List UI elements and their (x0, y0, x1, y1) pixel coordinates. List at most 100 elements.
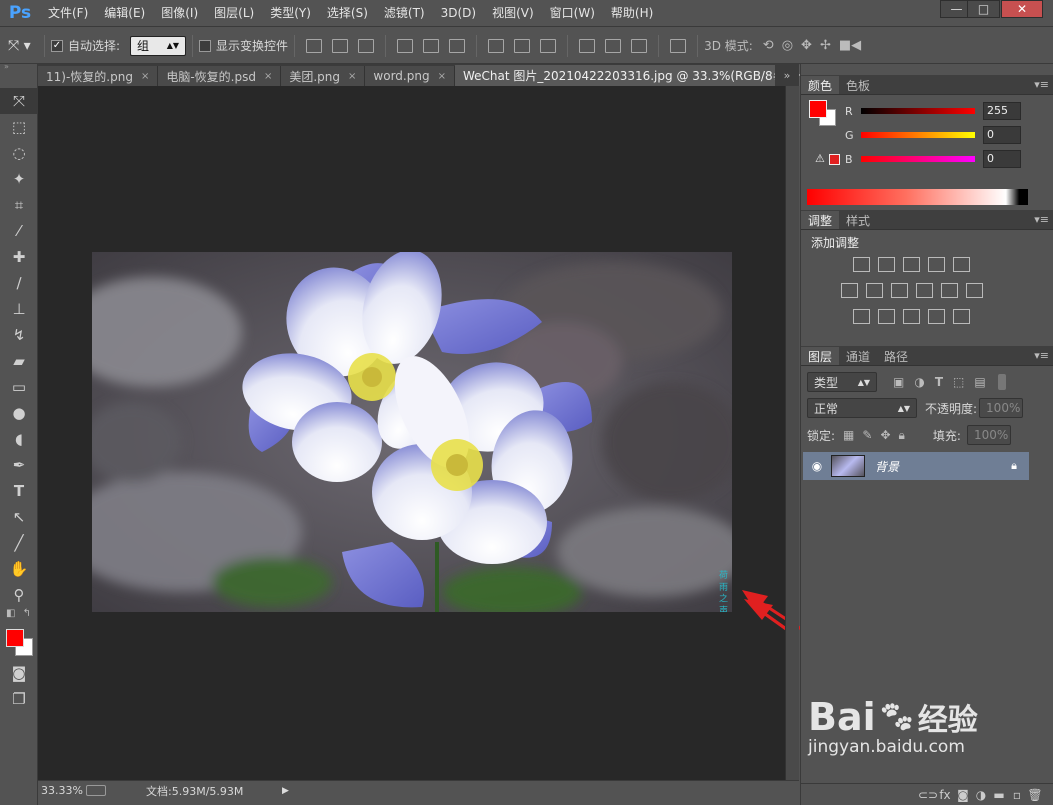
selective-color-icon[interactable] (928, 309, 945, 324)
show-transform-checkbox[interactable] (199, 39, 212, 52)
align-bottom-icon[interactable] (358, 38, 375, 53)
panel-menu-icon[interactable]: ▾≡ (1034, 78, 1049, 91)
eraser-tool-icon[interactable]: ▰ (0, 348, 38, 374)
swap-colors-icon[interactable]: ↰ (23, 608, 31, 626)
rotate-3d-icon[interactable]: ⟲ (763, 38, 774, 53)
lock-pixels-icon[interactable]: ✎ (862, 428, 872, 442)
distribute-bottom-icon[interactable] (540, 38, 557, 53)
marquee-tool-icon[interactable]: ⬚ (0, 114, 38, 140)
vibrance-icon[interactable] (953, 257, 970, 272)
layer-kind-filter[interactable]: 类型 ▲▼ (807, 372, 877, 392)
screen-mode-icon[interactable]: ❐ (0, 686, 38, 712)
r-value-field[interactable]: 255 (983, 102, 1021, 120)
new-layer-icon[interactable]: ▫ (1008, 788, 1026, 802)
close-tab-icon[interactable]: × (348, 71, 356, 82)
posterize-icon[interactable] (878, 309, 895, 324)
align-top-icon[interactable] (306, 38, 323, 53)
lock-transparent-icon[interactable]: ▦ (843, 428, 854, 442)
filter-type-icon[interactable]: T (935, 375, 943, 389)
auto-select-dropdown[interactable]: 组 ▲▼ (130, 35, 187, 56)
eyedropper-tool-icon[interactable]: ⁄ (0, 218, 38, 244)
tab-document[interactable]: 电脑-恢复的.psd × (158, 66, 282, 86)
align-left-icon[interactable] (397, 38, 414, 53)
r-slider-track[interactable] (861, 108, 975, 114)
layer-row[interactable]: ◉ 背景 🔒︎ (803, 452, 1029, 480)
link-layers-icon[interactable]: ⊂⊃ (918, 788, 938, 802)
color-lookup-icon[interactable] (966, 283, 983, 298)
menu-item[interactable]: 选择(S) (319, 0, 376, 27)
move-tool-icon[interactable]: ⤧ ▾ (8, 38, 38, 54)
menu-item[interactable]: 滤镜(T) (376, 0, 433, 27)
tab-document[interactable]: word.png × (365, 66, 455, 86)
filter-adjust-icon[interactable]: ◑ (914, 375, 924, 389)
menu-item[interactable]: 视图(V) (484, 0, 542, 27)
crop-tool-icon[interactable]: ⌗ (0, 192, 38, 218)
distribute-top-icon[interactable] (488, 38, 505, 53)
tab-document[interactable]: 11)-恢复的.png × (38, 66, 159, 86)
clone-stamp-tool-icon[interactable]: ⊥ (0, 296, 38, 322)
status-menu-arrow-icon[interactable]: ▶ (282, 786, 289, 796)
b-slider-track[interactable] (861, 156, 975, 162)
drag-3d-icon[interactable]: ✥ (801, 38, 812, 53)
panel-menu-icon[interactable]: ▾≡ (1034, 213, 1049, 226)
blur-tool-icon[interactable]: ● (0, 400, 38, 426)
levels-icon[interactable] (878, 257, 895, 272)
lasso-tool-icon[interactable]: ◌ (0, 140, 38, 166)
menu-item[interactable]: 帮助(H) (603, 0, 661, 27)
history-brush-tool-icon[interactable]: ↯ (0, 322, 38, 348)
distribute-left-icon[interactable] (579, 38, 596, 53)
status-icon[interactable] (86, 785, 106, 796)
line-tool-icon[interactable]: ╱ (0, 530, 38, 556)
panel-menu-icon[interactable]: ▾≡ (1034, 349, 1049, 362)
new-group-icon[interactable]: ▬ (990, 788, 1008, 802)
align-right-icon[interactable] (449, 38, 466, 53)
filter-smart-icon[interactable]: ▤ (974, 375, 985, 389)
filter-toggle[interactable] (997, 374, 1006, 390)
tab-document[interactable]: WeChat 图片_20210422203316.jpg @ 33.3%(RGB… (454, 65, 813, 86)
menu-item[interactable]: 窗口(W) (542, 0, 603, 27)
auto-select-checkbox[interactable]: ✓ (51, 39, 63, 52)
adjustment-layer-icon[interactable]: ◑ (972, 788, 990, 802)
zoom-level[interactable]: 33.33% (38, 784, 86, 797)
slider-b[interactable]: B 0 (845, 147, 1021, 171)
menu-item[interactable]: 3D(D) (433, 0, 484, 27)
pen-tool-icon[interactable]: ✒ (0, 452, 38, 478)
move-tool-icon[interactable]: ⤧ (0, 88, 38, 114)
panel-collapse-icon[interactable]: » (0, 63, 37, 71)
menu-item[interactable]: 类型(Y) (262, 0, 319, 27)
filter-shape-icon[interactable]: ⬚ (953, 375, 964, 389)
maximize-button[interactable]: □ (967, 0, 1000, 18)
visibility-eye-icon[interactable]: ◉ (803, 459, 831, 473)
color-balance-icon[interactable] (866, 283, 883, 298)
gradient-map-icon[interactable] (953, 309, 970, 324)
scale-3d-icon[interactable]: ■◀ (839, 38, 861, 53)
tab-layers[interactable]: 图层 (801, 347, 840, 365)
g-slider-track[interactable] (861, 132, 975, 138)
slide-3d-icon[interactable]: ✢ (820, 38, 831, 53)
lock-position-icon[interactable]: ✥ (880, 428, 890, 442)
canvas-area[interactable]: 荷 雨 之 声 (38, 86, 785, 780)
close-tab-icon[interactable]: × (141, 71, 149, 82)
gamut-warning-icon[interactable]: ⚠ (815, 152, 825, 165)
type-tool-icon[interactable]: T (0, 478, 38, 504)
tab-color[interactable]: 颜色 (801, 76, 840, 94)
filter-pixel-icon[interactable]: ▣ (893, 375, 904, 389)
quick-mask-icon[interactable]: ◙ (0, 660, 38, 686)
menu-item[interactable]: 图像(I) (153, 0, 206, 27)
brush-tool-icon[interactable]: ∕ (0, 270, 38, 296)
opacity-field[interactable]: 100% (979, 398, 1024, 418)
channel-mixer-icon[interactable] (941, 283, 958, 298)
menu-item[interactable]: 文件(F) (40, 0, 96, 27)
distribute-hcenter-icon[interactable] (605, 38, 622, 53)
tab-adjustments[interactable]: 调整 (801, 211, 840, 229)
hand-tool-icon[interactable]: ✋ (0, 556, 38, 582)
black-white-icon[interactable] (891, 283, 908, 298)
color-panel-fg-swatch[interactable] (809, 100, 827, 118)
magic-wand-tool-icon[interactable]: ✦ (0, 166, 38, 192)
fill-field[interactable]: 100% (966, 425, 1011, 445)
vertical-scrollbar[interactable] (785, 86, 799, 780)
path-selection-tool-icon[interactable]: ↖ (0, 504, 38, 530)
default-colors-icon[interactable]: ◧ (6, 608, 15, 626)
zoom-tool-icon[interactable]: ⚲ (0, 582, 38, 608)
invert-icon[interactable] (853, 309, 870, 324)
